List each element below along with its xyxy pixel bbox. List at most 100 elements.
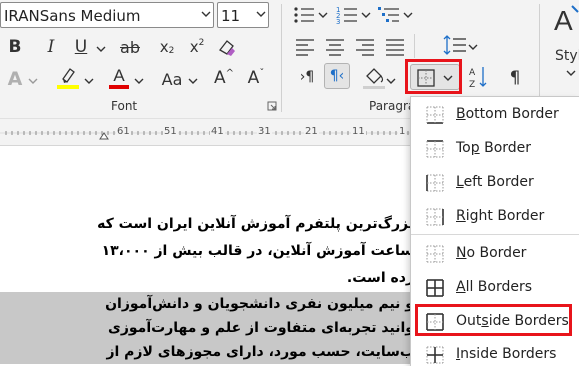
svg-text:A: A (469, 68, 476, 78)
selected-document-line[interactable]: وانید تجربه‌ای متفاوت از علم و مهارت‌آمو… (0, 316, 414, 340)
left-border-icon (426, 174, 444, 192)
line-spacing-icon[interactable] (442, 34, 468, 58)
access-key-letter: N (456, 245, 467, 261)
ruler-tick-label: 1 (398, 126, 407, 137)
multilevel-chevron-icon[interactable] (403, 10, 413, 20)
subscript-icon[interactable]: x2 (156, 36, 178, 58)
menu-item-inside-borders[interactable]: Inside Borders (411, 338, 579, 366)
align-center-icon[interactable] (324, 36, 346, 56)
bullets-icon[interactable] (292, 4, 318, 26)
bottom-border-icon (426, 106, 444, 124)
sort-icon[interactable]: A Z (468, 64, 490, 90)
numbering-chevron-icon[interactable] (361, 10, 371, 20)
svg-text:A: A (113, 66, 125, 85)
access-key-letter: B (456, 106, 466, 122)
indent-marker-icon[interactable] (99, 132, 109, 140)
selected-document-line[interactable]: ب‌سایت، حسب مورد، دارای مجوزهای لازم از (0, 340, 414, 364)
group-separator (281, 4, 282, 112)
styles-group-label[interactable]: Styl (555, 48, 579, 64)
menu-item-no-border[interactable]: No Border (411, 237, 579, 270)
access-key-letter: R (456, 208, 466, 224)
highlighter-chevron-icon[interactable] (84, 76, 94, 86)
justify-icon[interactable] (384, 36, 406, 56)
ruler-tick-label: 21 (304, 126, 319, 137)
selected-document-line[interactable]: و نیم میلیون نفری دانشجویان و دانش‌آموزا… (0, 292, 414, 316)
ruler-tick-label: 31 (257, 126, 272, 137)
ltr-direction-icon[interactable]: ›¶ (296, 66, 318, 88)
ruler-tick-label: 41 (210, 126, 225, 137)
align-right-icon[interactable] (354, 36, 376, 56)
clear-formatting-icon[interactable] (216, 36, 238, 58)
menu-item-bottom-border[interactable]: Bottom Border (411, 98, 579, 131)
access-key-letter: I (456, 346, 461, 362)
menu-item-right-border[interactable]: Right Border (411, 200, 579, 233)
document-line[interactable]: ساعت آموزش آنلاین، در قالب بیش از ۱۳،۰۰۰ (0, 239, 414, 263)
right-border-icon (426, 208, 444, 226)
styles-chevron-icon[interactable] (566, 68, 576, 78)
menu-item-label: No Border (456, 245, 527, 261)
menu-item-label: All Borders (456, 279, 533, 295)
font-size-value: 11 (221, 7, 241, 25)
font-color-chevron-icon[interactable] (134, 76, 144, 86)
font-dialog-launcher-icon[interactable] (267, 101, 277, 111)
paragraph-group-label: Paragra (369, 99, 416, 113)
underline-chevron-icon[interactable] (96, 44, 106, 54)
ruler-tick-label: 11 (351, 126, 366, 137)
outside-borders-highlight (415, 304, 572, 336)
document-line[interactable]: رده است. (0, 266, 414, 290)
shrink-font-icon[interactable]: Aˇ (244, 66, 268, 90)
superscript-icon[interactable]: x2 (186, 36, 208, 58)
show-formatting-marks-icon[interactable]: ¶ (504, 66, 526, 90)
menu-item-top-border[interactable]: Top Border (411, 132, 579, 165)
highlighter-icon[interactable] (56, 64, 80, 90)
borders-button-highlight (405, 59, 462, 94)
multilevel-list-icon[interactable] (377, 4, 403, 26)
access-key-letter: L (456, 174, 464, 190)
font-size-dropdown[interactable]: 11 (217, 2, 269, 28)
text-effects-chevron-icon[interactable] (28, 76, 38, 86)
svg-text:3: 3 (336, 18, 340, 26)
shading-icon[interactable] (362, 64, 386, 90)
ruler-tick-label: 51 (163, 126, 178, 137)
underline-icon[interactable]: U (70, 36, 92, 58)
inside-borders-icon (426, 346, 444, 364)
chevron-down-icon (256, 11, 266, 17)
bold-icon[interactable]: B (4, 36, 26, 58)
font-name-dropdown[interactable]: IRANSans Medium (0, 2, 214, 28)
strikethrough-icon[interactable]: ab (118, 36, 142, 58)
menu-item-left-border[interactable]: Left Border (411, 166, 579, 199)
svg-text:Z: Z (469, 80, 475, 90)
line-spacing-chevron-icon[interactable] (468, 42, 478, 52)
text-effects-icon[interactable]: A (4, 68, 26, 90)
shading-chevron-icon[interactable] (386, 76, 396, 86)
access-key-letter: p (470, 140, 480, 156)
menu-separator (411, 234, 579, 235)
grow-font-icon[interactable]: A ^ (212, 66, 236, 90)
top-border-icon (426, 140, 444, 158)
change-case-chevron-icon[interactable] (188, 76, 198, 86)
all-borders-icon (426, 279, 444, 297)
change-case-icon[interactable]: Aa (158, 68, 186, 90)
svg-text:A: A (554, 5, 573, 36)
menu-item-label: Top Border (456, 140, 532, 156)
numbering-icon[interactable]: 1 2 3 (335, 4, 361, 26)
menu-item-label: Bottom Border (456, 106, 559, 122)
font-color-icon[interactable]: A (108, 64, 130, 90)
chevron-down-icon (201, 11, 211, 17)
menu-item-label: Inside Borders (456, 346, 557, 362)
document-line[interactable]: بزرگ‌ترین پلتفرم آموزش آنلاین ایران است … (0, 212, 414, 236)
font-group-label: Font (111, 99, 138, 113)
italic-icon[interactable]: I (40, 36, 62, 58)
menu-item-label: Right Border (456, 208, 545, 224)
font-name-value: IRANSans Medium (4, 7, 141, 25)
no-border-icon (426, 245, 444, 263)
ruler-tick-label: 61 (116, 126, 131, 137)
styles-icon[interactable]: A (552, 4, 579, 36)
align-left-icon[interactable] (294, 36, 316, 56)
rtl-direction-icon[interactable]: ¶‹ (324, 63, 350, 89)
button-separator (414, 34, 415, 58)
menu-item-all-borders[interactable]: All Borders (411, 271, 579, 304)
bullets-chevron-icon[interactable] (318, 10, 328, 20)
menu-item-label: Left Border (456, 174, 534, 190)
access-key-letter: A (456, 279, 466, 295)
